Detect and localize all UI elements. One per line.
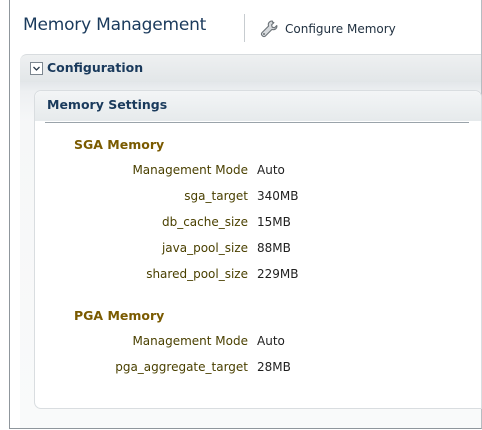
chevron-down-icon[interactable] <box>30 62 43 75</box>
java-pool-size-value: 88MB <box>257 241 291 255</box>
pga-management-mode-label: Management Mode <box>132 334 248 348</box>
configuration-label: Configuration <box>47 60 144 75</box>
sga-target-label: sga_target <box>184 189 248 203</box>
shared-pool-size-label: shared_pool_size <box>146 267 248 281</box>
panel-divider <box>45 122 469 123</box>
shared-pool-size-value: 229MB <box>257 267 299 281</box>
wrench-icon <box>259 19 279 39</box>
sga-management-mode-label: Management Mode <box>132 163 248 177</box>
memory-management-page: Memory Management Configure Memory Confi… <box>9 0 482 429</box>
pga-aggregate-target-value: 28MB <box>257 360 291 374</box>
sga-management-mode-value: Auto <box>257 163 285 177</box>
db-cache-size-label: db_cache_size <box>161 215 248 229</box>
java-pool-size-label: java_pool_size <box>161 241 248 255</box>
page-title: Memory Management <box>23 15 207 35</box>
configure-memory-link[interactable]: Configure Memory <box>259 18 396 40</box>
sga-target-value: 340MB <box>257 189 299 203</box>
memory-settings-panel: Memory Settings SGA Memory Management Mo… <box>34 90 482 409</box>
pga-memory-title: PGA Memory <box>74 308 165 323</box>
header-separator <box>244 14 245 42</box>
memory-settings-title: Memory Settings <box>47 97 168 112</box>
pga-aggregate-target-label: pga_aggregate_target <box>115 360 248 374</box>
db-cache-size-value: 15MB <box>257 215 291 229</box>
page-header: Memory Management Configure Memory <box>10 0 481 54</box>
pga-management-mode-value: Auto <box>257 334 285 348</box>
memory-settings-header: Memory Settings <box>35 91 481 121</box>
sga-memory-title: SGA Memory <box>74 137 165 152</box>
configuration-section-header[interactable]: Configuration <box>20 54 481 83</box>
configure-memory-label: Configure Memory <box>285 22 396 36</box>
